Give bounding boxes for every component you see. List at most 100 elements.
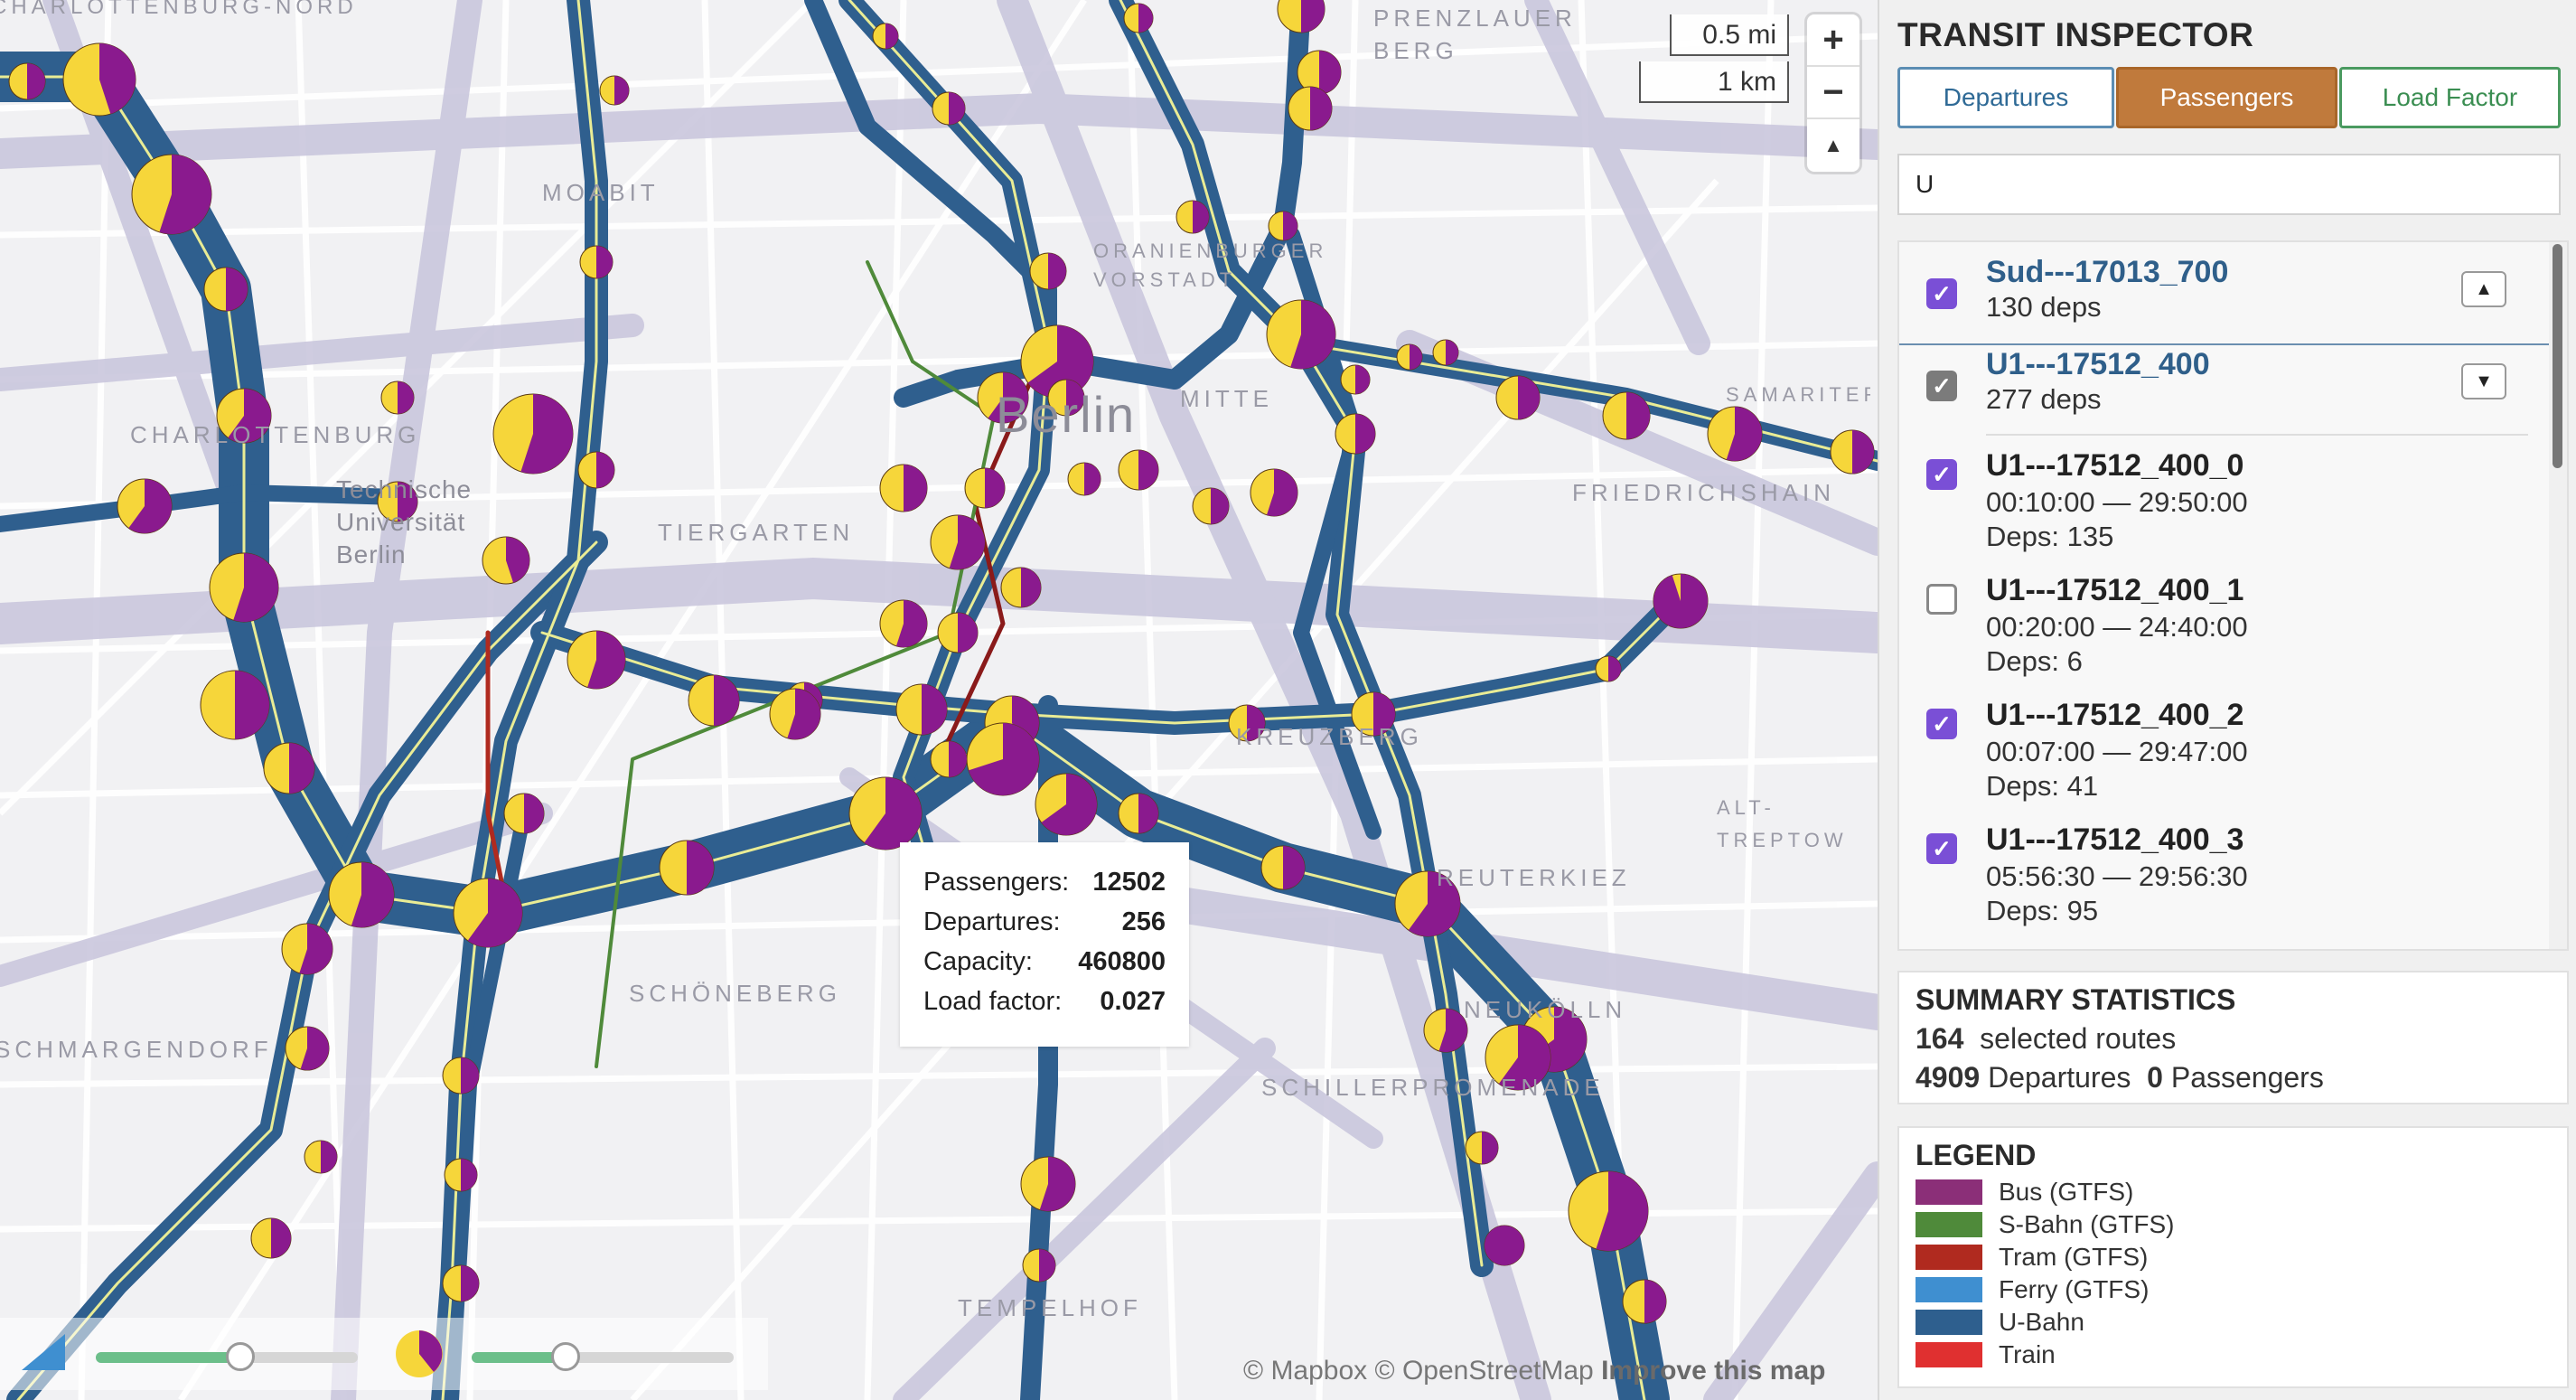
station-marker[interactable] [444,1158,478,1192]
station-marker[interactable] [659,840,715,896]
station-marker[interactable] [688,674,740,727]
station-marker[interactable] [1260,845,1306,890]
station-marker[interactable] [577,451,615,489]
station-marker[interactable] [62,42,136,117]
variant-item[interactable]: ✓ U1---17512_400_3 05:56:30 — 29:56:30 D… [1899,819,2532,944]
station-marker[interactable] [492,393,574,474]
station-marker[interactable] [1707,406,1763,462]
station-marker[interactable] [209,552,279,623]
station-marker[interactable] [1266,299,1336,370]
tab-load-factor[interactable]: Load Factor [2339,67,2561,128]
variant-item[interactable]: ✓ U1---17512_400_2 00:07:00 — 29:47:00 D… [1899,694,2532,819]
station-marker[interactable] [1277,0,1325,33]
station-marker[interactable] [285,1026,330,1071]
variant-item[interactable]: ✓ U1---17512_400_0 00:10:00 — 29:50:00 D… [1899,445,2532,569]
station-marker[interactable] [1029,252,1067,290]
route-checkbox[interactable]: ✓ [1926,371,1957,401]
station-marker[interactable] [328,861,395,928]
scrollbar-thumb[interactable] [2553,244,2562,468]
station-marker[interactable] [1067,462,1101,496]
route-checkbox[interactable]: ✓ [1926,278,1957,309]
map-canvas[interactable]: CHARLOTTENBURG-NORD PRENZLAUER BERG MOAB… [0,0,1878,1400]
tab-departures[interactable]: Departures [1897,67,2114,128]
station-marker[interactable] [848,776,923,850]
station-marker[interactable] [769,688,821,740]
station-marker[interactable] [932,91,966,126]
variant-checkbox[interactable]: ✓ [1926,833,1957,864]
station-marker[interactable] [966,722,1040,796]
station-marker[interactable] [503,793,545,834]
zoom-out-button[interactable]: − [1807,67,1859,119]
variant-item[interactable]: U1---17512_400_1 00:20:00 — 24:40:00 Dep… [1899,569,2532,694]
station-marker[interactable] [879,599,928,648]
station-marker[interactable] [200,670,270,740]
station-marker[interactable] [879,464,928,512]
station-marker[interactable] [1335,413,1376,455]
station-marker[interactable] [872,23,899,50]
station-marker[interactable] [1288,86,1333,131]
station-marker[interactable] [895,683,948,736]
station-marker[interactable] [304,1140,338,1174]
station-marker[interactable] [1396,343,1423,371]
collapse-button[interactable]: ▼ [2461,363,2506,399]
station-marker[interactable] [1340,364,1371,395]
station-marker[interactable] [1568,1170,1649,1252]
station-marker[interactable] [937,612,979,653]
station-marker[interactable] [1465,1131,1499,1165]
route-search-input[interactable] [1897,154,2561,215]
station-marker[interactable] [930,740,968,778]
station-marker[interactable] [117,478,173,534]
expand-button[interactable]: ▲ [2461,271,2506,307]
line-width-slider[interactable] [96,1342,358,1371]
station-marker[interactable] [1432,339,1459,366]
station-marker[interactable] [579,245,614,279]
station-marker[interactable] [1000,567,1042,608]
station-marker[interactable] [263,742,315,794]
station-marker[interactable] [1250,468,1298,517]
pie-size-slider[interactable] [472,1342,734,1371]
station-marker[interactable] [281,923,333,975]
variant-checkbox[interactable]: ✓ [1926,459,1957,490]
attribution-osm[interactable]: © OpenStreetMap [1375,1356,1594,1386]
route-name[interactable]: U1---17512_400 [1986,347,2210,382]
station-marker[interactable] [1423,1008,1468,1053]
route-item[interactable]: ✓ U1---17512_400 277 deps ▼ ✓ U1---17512… [1899,343,2551,949]
station-marker[interactable] [250,1217,292,1259]
line-width-slider-thumb[interactable] [225,1342,255,1371]
station-marker[interactable] [1602,391,1651,440]
zoom-in-button[interactable]: + [1807,14,1859,67]
pie-size-slider-thumb[interactable] [551,1342,581,1371]
attribution-improve[interactable]: Improve this map [1601,1356,1825,1386]
route-list-scrollbar[interactable] [2549,242,2567,949]
compass-button[interactable]: ▲ [1807,119,1859,172]
tab-passengers[interactable]: Passengers [2116,67,2337,128]
station-marker[interactable] [964,467,1006,509]
station-marker[interactable] [599,75,630,106]
route-list[interactable]: ✓ Sud---17013_700 130 deps ▲ ✓ U1---1751… [1897,240,2569,951]
route-item[interactable]: ✓ Sud---17013_700 130 deps ▲ [1899,242,2551,343]
station-marker[interactable] [1022,1248,1056,1283]
station-marker[interactable] [1176,200,1210,234]
station-marker[interactable] [1118,449,1159,491]
station-marker[interactable] [1020,1156,1076,1212]
attribution-mapbox[interactable]: © Mapbox [1243,1356,1367,1386]
station-marker[interactable] [442,1264,480,1302]
station-marker[interactable] [930,514,986,570]
station-marker[interactable] [203,267,248,312]
station-marker[interactable] [1123,3,1154,33]
station-marker[interactable] [1484,1225,1525,1266]
station-marker[interactable] [1035,773,1098,836]
station-marker[interactable] [453,878,523,948]
variant-checkbox[interactable] [1926,584,1957,615]
variant-checkbox[interactable]: ✓ [1926,709,1957,739]
station-marker[interactable] [1192,487,1230,525]
station-marker[interactable] [1118,793,1159,834]
station-marker[interactable] [1495,375,1541,420]
map-network-layer[interactable] [0,0,1878,1400]
station-marker[interactable] [380,381,415,415]
station-marker[interactable] [131,154,212,235]
station-marker[interactable] [8,62,46,100]
station-marker[interactable] [567,630,626,690]
station-marker[interactable] [1595,655,1622,682]
station-marker[interactable] [1830,429,1875,474]
